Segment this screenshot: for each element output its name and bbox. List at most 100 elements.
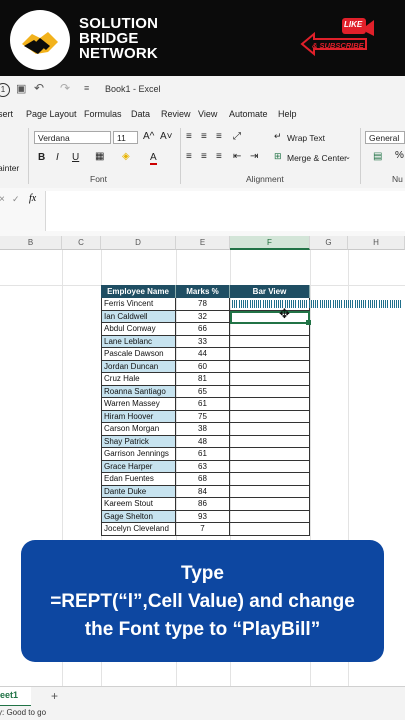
merge-center-button[interactable]: Merge & Center (287, 153, 347, 163)
italic-button[interactable]: I (56, 152, 59, 163)
formula-input[interactable] (45, 191, 405, 231)
quick-access-menu-icon[interactable]: ≡ (84, 83, 89, 93)
enter-formula-button[interactable]: ✓ (12, 194, 20, 205)
marks-cell[interactable]: 33 (176, 335, 230, 348)
orientation-icon[interactable]: ⤢ (233, 131, 241, 142)
tab-review[interactable]: Review (161, 109, 191, 119)
marks-cell[interactable]: 81 (176, 373, 230, 386)
decrease-indent-icon[interactable]: ⇤ (233, 151, 241, 162)
redo-icon[interactable]: ↷ (60, 81, 70, 95)
employee-name-cell[interactable]: Kareem Stout (101, 498, 176, 511)
bar-view-cell[interactable] (230, 510, 310, 523)
underline-button[interactable]: U (72, 152, 79, 163)
employee-name-cell[interactable]: Ian Caldwell (101, 310, 176, 323)
employee-name-cell[interactable]: Pascale Dawson (101, 348, 176, 361)
sheet-tab-sheet1[interactable]: eet1 (0, 687, 31, 707)
font-color-button[interactable]: A (150, 152, 157, 165)
wrap-text-button[interactable]: Wrap Text (287, 133, 325, 143)
marks-cell[interactable]: 48 (176, 435, 230, 448)
accounting-format-icon[interactable]: ▤ (373, 151, 382, 162)
fill-color-icon[interactable]: ◈ (122, 151, 130, 162)
employee-name-cell[interactable]: Hiram Hoover (101, 410, 176, 423)
active-cell[interactable] (230, 311, 310, 324)
bar-view-cell[interactable] (230, 298, 402, 311)
marks-cell[interactable]: 38 (176, 423, 230, 436)
employee-name-cell[interactable]: Garrison Jennings (101, 448, 176, 461)
increase-font-size-button[interactable]: A^ (143, 131, 154, 142)
header-marks[interactable]: Marks % (176, 285, 230, 298)
marks-cell[interactable]: 68 (176, 473, 230, 486)
align-right-icon[interactable]: ≡ (216, 151, 222, 162)
column-header-b[interactable]: B (0, 236, 62, 250)
bar-view-cell[interactable] (230, 385, 310, 398)
marks-cell[interactable]: 61 (176, 398, 230, 411)
chevron-down-icon[interactable]: ⌄ (345, 153, 351, 161)
percent-style-button[interactable]: % (395, 150, 404, 161)
marks-cell[interactable]: 66 (176, 323, 230, 336)
bar-view-cell[interactable] (230, 360, 310, 373)
bar-view-cell[interactable] (230, 498, 310, 511)
header-employee-name[interactable]: Employee Name (101, 285, 176, 298)
bar-view-cell[interactable] (230, 473, 310, 486)
increase-indent-icon[interactable]: ⇥ (250, 151, 258, 162)
tab-formulas[interactable]: Formulas (84, 109, 122, 119)
add-sheet-button[interactable]: + (51, 689, 58, 703)
column-header-d[interactable]: D (101, 236, 176, 250)
align-center-icon[interactable]: ≡ (201, 151, 207, 162)
employee-name-cell[interactable]: Grace Harper (101, 460, 176, 473)
save-icon[interactable]: ▣ (16, 82, 26, 95)
font-name-select[interactable]: Verdana (34, 131, 111, 144)
bar-view-cell[interactable] (230, 485, 310, 498)
employee-name-cell[interactable]: Dante Duke (101, 485, 176, 498)
marks-cell[interactable]: 44 (176, 348, 230, 361)
employee-name-cell[interactable]: Abdul Conway (101, 323, 176, 336)
column-header-c[interactable]: C (62, 236, 101, 250)
wrap-text-icon[interactable]: ↵ (274, 131, 282, 142)
font-size-select[interactable]: 11 (113, 131, 138, 144)
tab-automate[interactable]: Automate (229, 109, 268, 119)
bar-view-cell[interactable] (230, 460, 310, 473)
employee-name-cell[interactable]: Warren Massey (101, 398, 176, 411)
tab-help[interactable]: Help (278, 109, 297, 119)
employee-name-cell[interactable]: Ferris Vincent (101, 298, 176, 311)
decrease-font-size-button[interactable]: A˅ (160, 131, 173, 142)
borders-icon[interactable]: ▦ (95, 151, 104, 162)
tab-page-layout[interactable]: Page Layout (26, 109, 77, 119)
bar-view-cell[interactable] (230, 398, 310, 411)
undo-icon[interactable]: ↶ (34, 81, 44, 95)
accessibility-status[interactable]: y: Good to go (0, 706, 46, 720)
bold-button[interactable]: B (38, 152, 45, 163)
tab-data[interactable]: Data (131, 109, 150, 119)
column-header-h[interactable]: H (348, 236, 405, 250)
bar-view-cell[interactable] (230, 348, 310, 361)
employee-name-cell[interactable]: Shay Patrick (101, 435, 176, 448)
marks-cell[interactable]: 84 (176, 485, 230, 498)
cancel-formula-button[interactable]: × (0, 194, 5, 205)
like-subscribe-badge[interactable]: LIKE & SUBSCRIBE (300, 14, 378, 64)
marks-cell[interactable]: 7 (176, 523, 230, 536)
employee-name-cell[interactable]: Gage Shelton (101, 510, 176, 523)
marks-cell[interactable]: 93 (176, 510, 230, 523)
employee-name-cell[interactable]: Roanna Santiago (101, 385, 176, 398)
bar-view-cell[interactable] (230, 410, 310, 423)
employee-name-cell[interactable]: Lane Leblanc (101, 335, 176, 348)
marks-cell[interactable]: 86 (176, 498, 230, 511)
tab-insert[interactable]: sert (0, 109, 13, 119)
bar-view-cell[interactable] (230, 335, 310, 348)
marks-cell[interactable]: 75 (176, 410, 230, 423)
align-top-icon[interactable]: ≡ (186, 131, 192, 142)
employee-name-cell[interactable]: Edan Fuentes (101, 473, 176, 486)
bar-view-cell[interactable] (230, 373, 310, 386)
header-bar-view[interactable]: Bar View (230, 285, 310, 298)
marks-cell[interactable]: 32 (176, 310, 230, 323)
marks-cell[interactable]: 65 (176, 385, 230, 398)
employee-name-cell[interactable]: Jordan Duncan (101, 360, 176, 373)
marks-cell[interactable]: 60 (176, 360, 230, 373)
employee-name-cell[interactable]: Jocelyn Cleveland (101, 523, 176, 536)
marks-cell[interactable]: 78 (176, 298, 230, 311)
insert-function-button[interactable]: fx (29, 193, 36, 204)
employee-name-cell[interactable]: Cruz Hale (101, 373, 176, 386)
align-left-icon[interactable]: ≡ (186, 151, 192, 162)
number-format-select[interactable]: General (365, 131, 405, 144)
column-header-f[interactable]: F (230, 236, 310, 250)
